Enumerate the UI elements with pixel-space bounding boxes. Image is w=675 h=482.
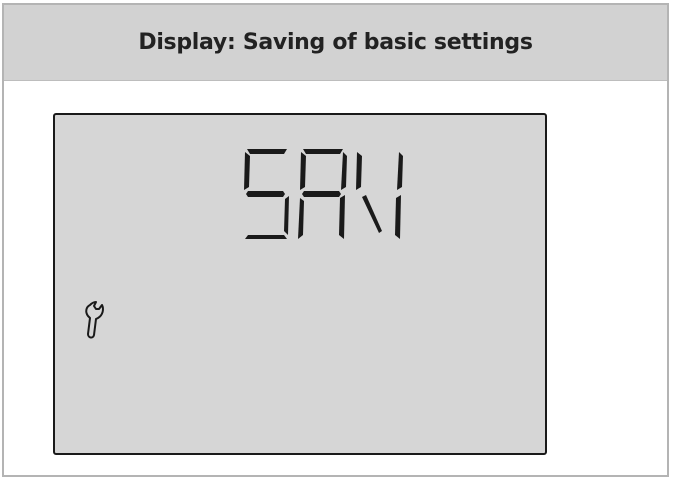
- segment-f: [300, 152, 306, 190]
- display-frame: Display: Saving of basic settings SAV: [2, 3, 669, 477]
- segment-a: [247, 149, 287, 154]
- lcd-digit-s: [244, 149, 289, 239]
- segment-diag: [362, 195, 382, 233]
- segment-a: [303, 149, 343, 154]
- segment-c: [339, 195, 345, 239]
- segment-e: [298, 198, 304, 239]
- segment-g: [302, 191, 341, 197]
- lcd-screen: SAV: [53, 113, 547, 455]
- segment-b: [341, 152, 347, 190]
- lcd-segment-digits: [244, 149, 403, 239]
- segment-f: [244, 152, 250, 190]
- segment-f: [356, 152, 362, 190]
- segment-c: [395, 195, 401, 239]
- page-title: Display: Saving of basic settings: [138, 30, 533, 55]
- lcd-segment-display: SAV: [243, 145, 405, 243]
- lcd-digit-v: [356, 152, 403, 239]
- wrench-icon: [83, 301, 109, 341]
- segment-c: [284, 196, 289, 235]
- lcd-digit-a: [298, 149, 347, 239]
- segment-g: [246, 191, 285, 197]
- segment-b: [397, 152, 403, 190]
- header-bar: Display: Saving of basic settings: [4, 5, 667, 81]
- segment-d: [245, 235, 287, 239]
